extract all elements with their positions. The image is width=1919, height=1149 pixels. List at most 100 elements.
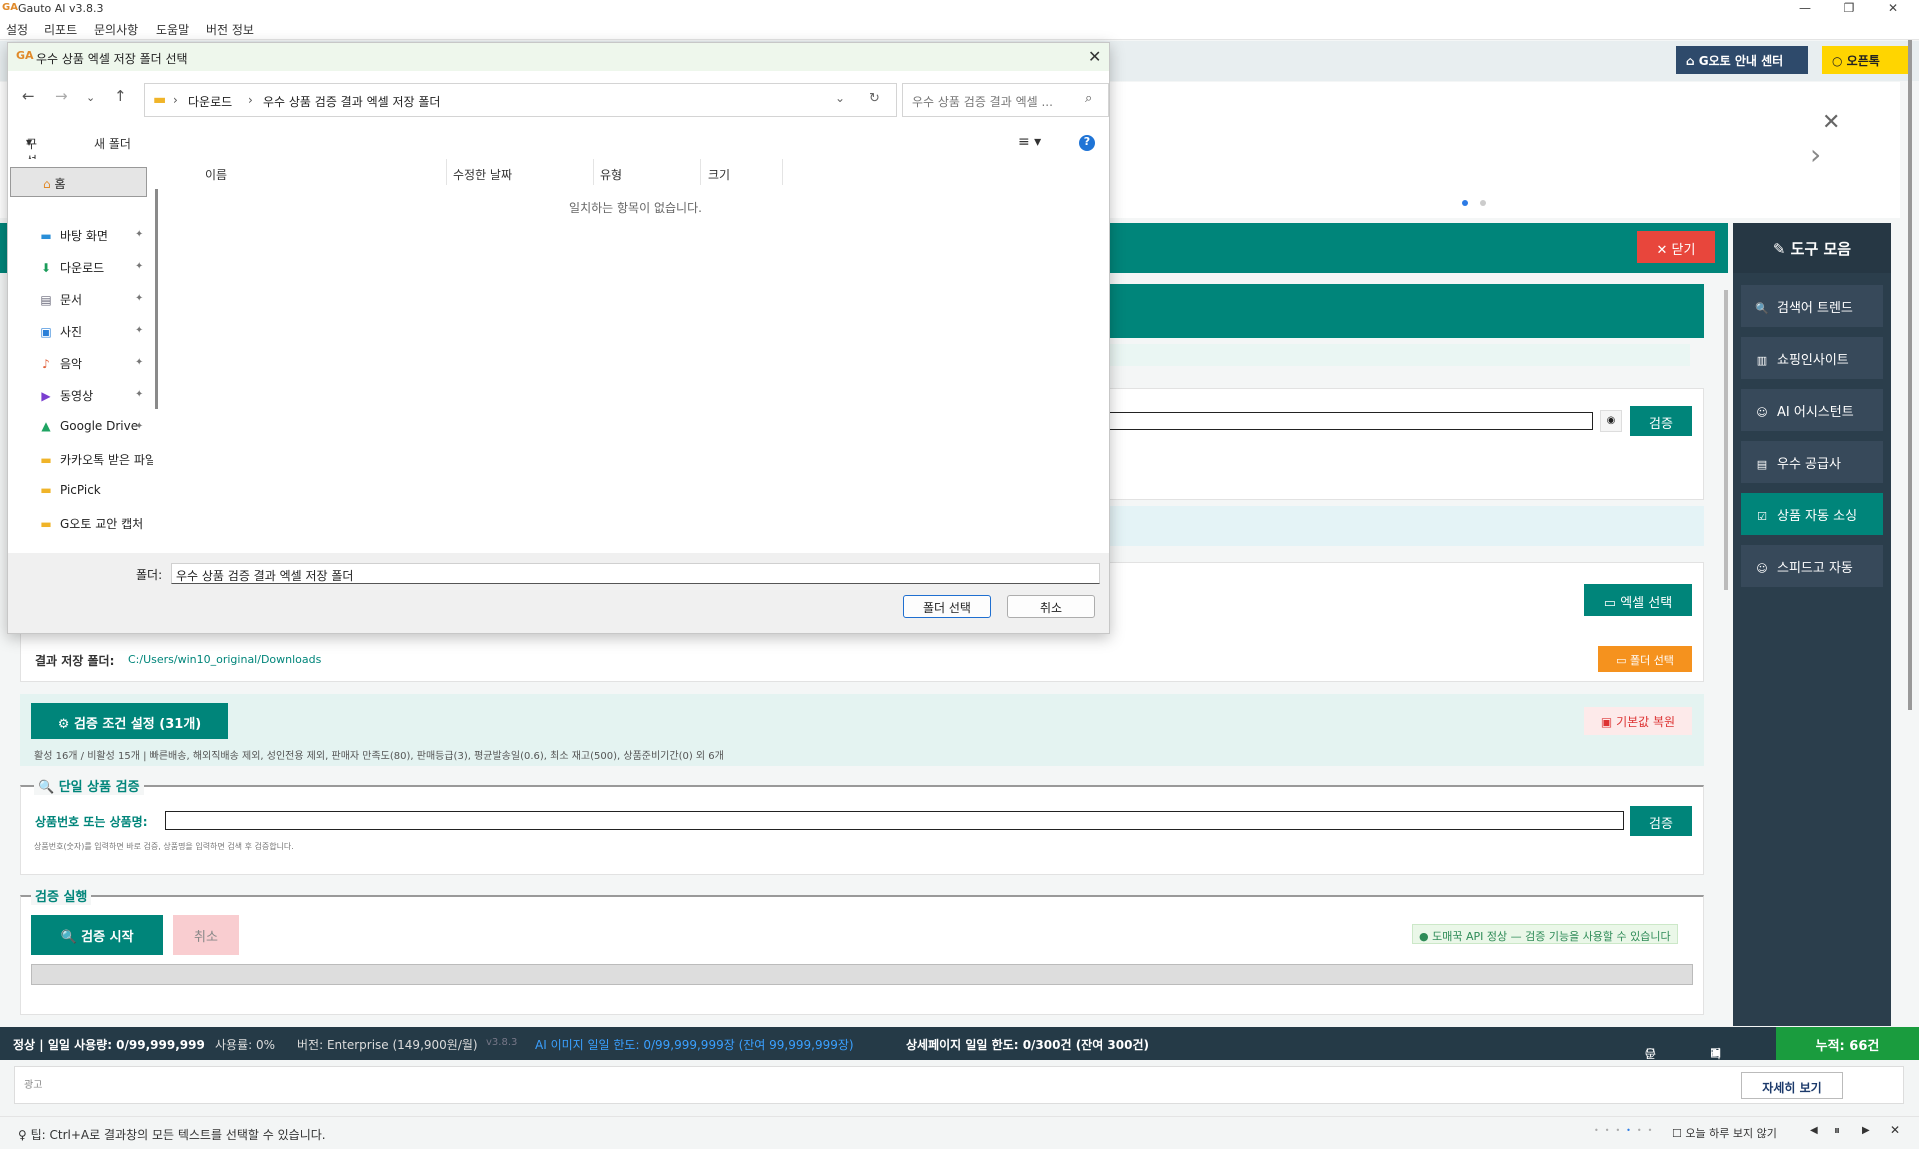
nav-item-gauto-capture[interactable]: ▬ G오토 교안 캡처 — [38, 515, 153, 532]
excel-select-button[interactable]: ▭ 엑셀 선택 — [1584, 584, 1692, 616]
folder-select-button[interactable]: ▭ 폴더 선택 — [1598, 646, 1692, 672]
dialog-title: 우수 상품 엑셀 저장 폴더 선택 — [36, 52, 188, 66]
dialog-close-button[interactable]: ✕ — [1088, 47, 1101, 66]
column-separator[interactable] — [782, 159, 783, 185]
banner-dot[interactable] — [1480, 200, 1486, 206]
column-modified[interactable]: 수정한 날짜 — [453, 166, 512, 183]
search-box[interactable]: 우수 상품 검증 결과 엑셀 ... ⌕ — [902, 83, 1109, 117]
usage-rate: 사용률: 0% — [215, 1038, 276, 1052]
nav-item-label: 사진 — [60, 325, 83, 339]
search-icon[interactable]: ⌕ — [1085, 91, 1092, 106]
prev-tip-icon[interactable]: ◀ — [1810, 1125, 1818, 1136]
close-panel-button[interactable]: ✕ 닫기 — [1637, 231, 1715, 263]
sidebar-item-auto-sourcing[interactable]: ☑ 상품 자동 소싱 — [1741, 493, 1883, 535]
menu-inquiry[interactable]: 문의사항 — [94, 21, 138, 38]
pin-icon[interactable]: ✦ — [135, 357, 143, 368]
nav-scrollbar-thumb[interactable] — [155, 189, 158, 409]
file-list-pane: 이름 수정한 날짜 유형 크기 일치하는 항목이 없습니다. — [163, 159, 1108, 553]
dialog-titlebar: GA 우수 상품 엑셀 저장 폴더 선택 ✕ — [8, 43, 1109, 71]
url-input-panel — [1100, 388, 1704, 500]
tip-pagination[interactable]: •••••• — [1594, 1126, 1658, 1135]
ai-image-limit: AI 이미지 일일 한도: 0/99,999,999장 (잔여 99,999,9… — [535, 1038, 854, 1052]
openchat-button[interactable]: ○ 오픈톡 — [1822, 46, 1908, 74]
folder-select-label: 폴더 선택 — [1629, 654, 1674, 667]
menu-help[interactable]: 도움말 — [156, 21, 189, 38]
sidebar-item-ai-assistant[interactable]: ☺ AI 어시스턴트 — [1741, 389, 1883, 431]
breadcrumb-item[interactable]: 다운로드 — [188, 93, 232, 110]
start-verify-button[interactable]: 🔍 검증 시작 — [31, 915, 163, 955]
pin-icon[interactable]: ✦ — [135, 325, 143, 336]
pin-icon[interactable]: ✦ — [135, 293, 143, 304]
back-arrow-icon[interactable]: ← — [22, 87, 35, 105]
ad-area — [14, 1066, 1904, 1104]
dialog-cancel-button[interactable]: 취소 — [1007, 595, 1095, 618]
select-folder-button[interactable]: 폴더 선택 — [903, 595, 991, 618]
guide-center-button[interactable]: ⌂ G오토 안내 센터 — [1676, 46, 1808, 74]
column-separator[interactable] — [700, 159, 701, 185]
sidebar-item-speedgo-auto[interactable]: ☺ 스피드고 자동 — [1741, 545, 1883, 587]
column-size[interactable]: 크기 — [708, 166, 730, 183]
column-separator[interactable] — [593, 159, 594, 185]
conditions-button[interactable]: ⚙ 검증 조건 설정 (31개) — [31, 703, 228, 739]
reset-defaults-button[interactable]: ▣ 기본값 복원 — [1584, 707, 1692, 735]
window-scrollbar[interactable] — [1908, 40, 1912, 710]
cancel-verify-button[interactable]: 취소 — [173, 915, 239, 955]
close-window-button[interactable]: ✕ — [1878, 1, 1908, 17]
breadcrumb-item[interactable]: 우수 상품 검증 결과 엑셀 저장 폴더 — [263, 93, 440, 110]
nav-item-picpick[interactable]: ▬ PicPick — [38, 483, 153, 497]
pin-icon[interactable]: ✦ — [135, 261, 143, 272]
refresh-icon[interactable]: ↻ — [869, 91, 880, 106]
organize-menu[interactable]: 구성 ▾ — [26, 135, 37, 168]
next-tip-icon[interactable]: ▶ — [1862, 1125, 1870, 1136]
picture-icon: ▣ — [40, 325, 52, 339]
nav-item-kakaotalk[interactable]: ▬ 카카오톡 받은 파일 — [38, 451, 153, 468]
help-icon[interactable]: ? — [1079, 135, 1095, 151]
menu-settings[interactable]: 설정 — [6, 21, 28, 38]
lightbulb-icon: ♀ — [18, 1128, 31, 1142]
build-version: v3.8.3 — [486, 1037, 518, 1048]
minimize-button[interactable]: — — [1790, 1, 1820, 17]
close-tip-icon[interactable]: ✕ — [1890, 1123, 1900, 1137]
column-separator[interactable] — [446, 159, 447, 185]
sidebar-item-shopping-insight[interactable]: ▥ 쇼핑인사이트 — [1741, 337, 1883, 379]
menu-report[interactable]: 리포트 — [44, 21, 77, 38]
window-title: Gauto AI v3.8.3 — [18, 2, 104, 15]
nav-scrollbar[interactable] — [153, 171, 161, 557]
single-verify-button[interactable]: 검증 — [1630, 806, 1692, 836]
verify-button[interactable]: 검증 — [1630, 406, 1692, 436]
ad-details-button[interactable]: 자세히 보기 — [1741, 1072, 1843, 1099]
pin-icon[interactable]: ✦ — [135, 421, 143, 432]
hide-today-checkbox[interactable]: ☐ 오늘 하루 보지 않기 — [1672, 1125, 1777, 1141]
content-scrollbar[interactable] — [1724, 290, 1728, 590]
chevron-down-icon[interactable]: ⌄ — [835, 91, 845, 105]
menu-version[interactable]: 버전 정보 — [206, 21, 254, 38]
url-input[interactable] — [1100, 412, 1593, 430]
eye-icon[interactable]: ◉ — [1600, 410, 1622, 432]
up-arrow-icon[interactable]: ↑ — [114, 87, 127, 105]
nav-home[interactable]: ⌂ 홈 — [10, 167, 147, 197]
banner-close-icon[interactable]: ✕ — [1822, 110, 1840, 135]
search-input[interactable]: 우수 상품 검증 결과 엑셀 ... — [912, 93, 1053, 110]
column-name[interactable]: 이름 — [205, 166, 227, 183]
video-icon: ▶ — [41, 389, 51, 403]
pin-icon[interactable]: ✦ — [135, 389, 143, 400]
column-type[interactable]: 유형 — [600, 166, 622, 183]
banner-next-icon[interactable]: › — [1810, 138, 1821, 171]
new-folder-button[interactable]: 새 폴더 — [94, 135, 131, 152]
sidebar-item-search-trend[interactable]: 🔍 검색어 트렌드 — [1741, 285, 1883, 327]
pin-icon[interactable]: ✦ — [135, 229, 143, 240]
address-bar[interactable]: ▬ › 다운로드 › 우수 상품 검증 결과 엑셀 저장 폴더 ⌄ ↻ — [144, 83, 897, 117]
sidebar-item-top-supplier[interactable]: ▤ 우수 공급사 — [1741, 441, 1883, 483]
forward-arrow-icon[interactable]: → — [55, 87, 68, 105]
product-input[interactable] — [165, 811, 1624, 830]
pause-tip-icon[interactable]: ⏸ — [1834, 1123, 1840, 1138]
folder-icon: ▬ — [153, 92, 167, 108]
folder-field-label: 폴더: — [136, 568, 163, 582]
recent-dropdown-icon[interactable]: ⌄ — [86, 91, 95, 104]
folder-name-input[interactable]: 우수 상품 검증 결과 엑셀 저장 폴더 — [171, 563, 1100, 584]
view-options-icon[interactable]: ≡ ▾ — [1018, 134, 1041, 150]
guide-center-label: G오토 안내 센터 — [1698, 54, 1784, 68]
restore-button[interactable]: ❐ — [1834, 1, 1864, 17]
reset-defaults-label: 기본값 복원 — [1616, 715, 1676, 729]
banner-dot-active[interactable] — [1462, 200, 1468, 206]
